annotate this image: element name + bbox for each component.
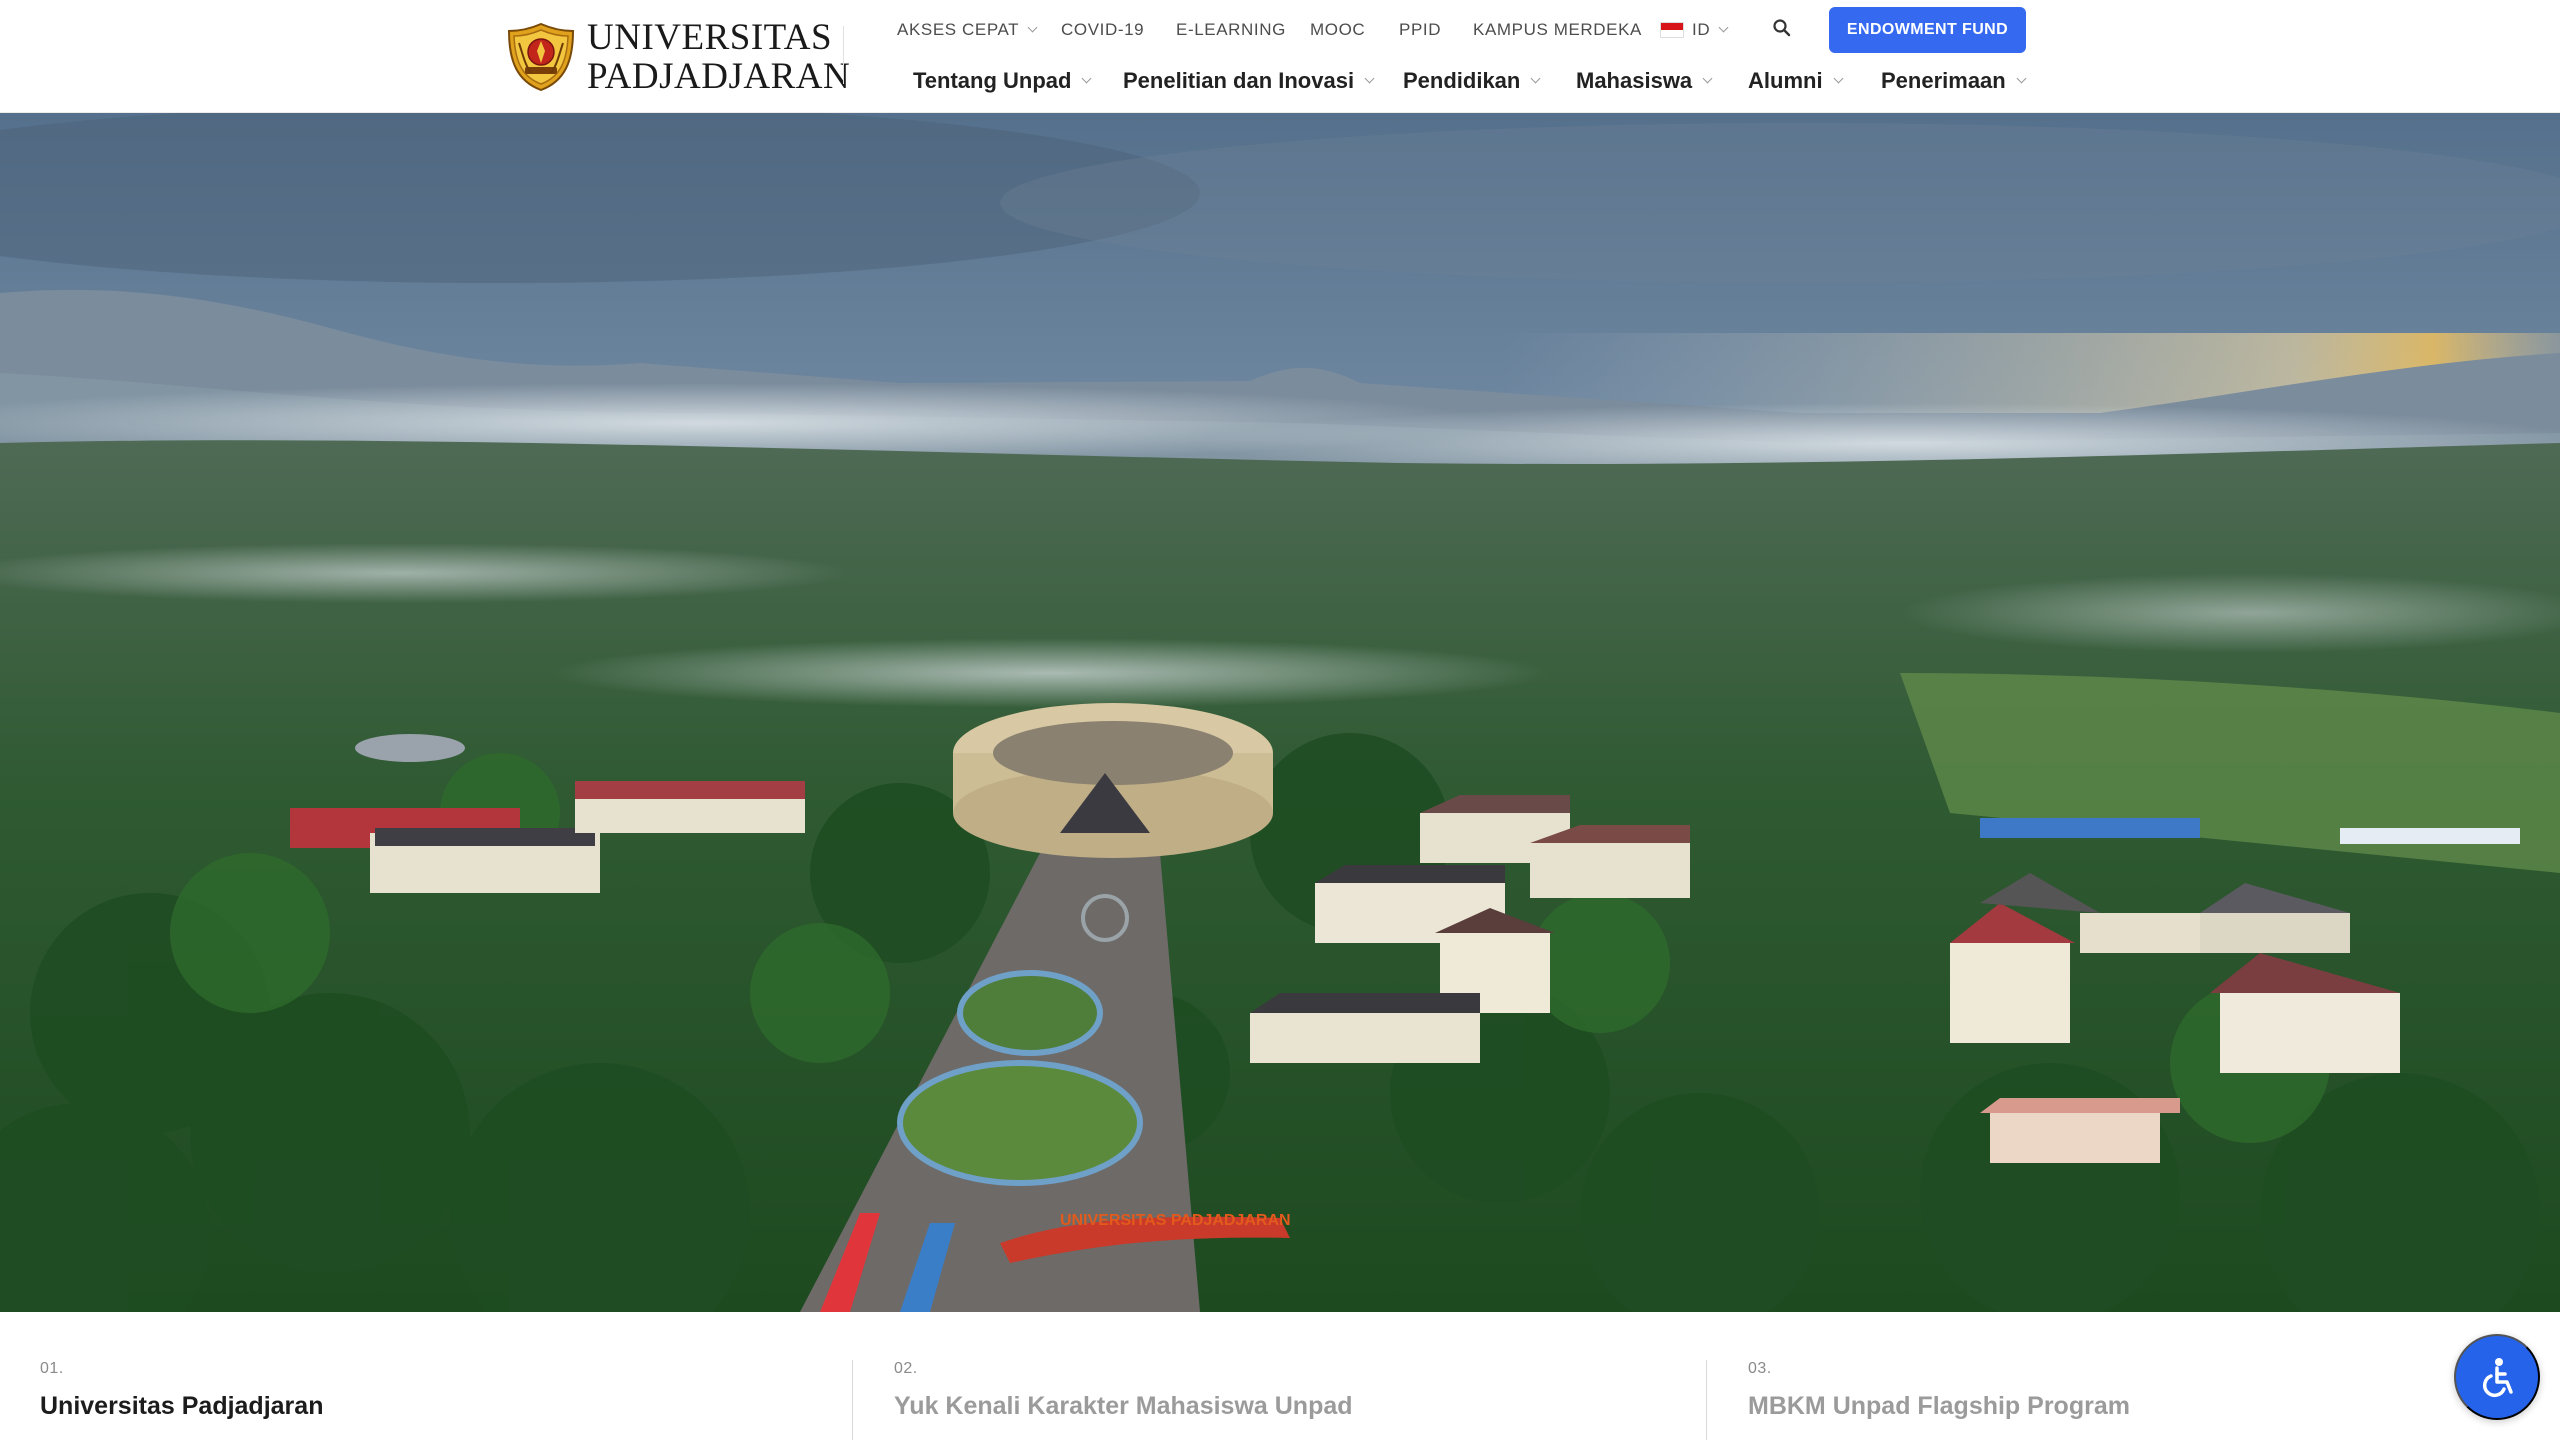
indonesia-flag-icon <box>1660 22 1684 38</box>
slide-tab-title: MBKM Unpad Flagship Program <box>1748 1392 2130 1420</box>
campus-sign-text: UNIVERSITAS PADJADJARAN <box>1060 1212 1291 1229</box>
tab-divider <box>852 1360 853 1440</box>
top-nav-label: COVID-19 <box>1061 20 1145 39</box>
top-nav-e-learning[interactable]: E-LEARNING <box>1176 18 1286 42</box>
accessibility-button[interactable] <box>2454 1334 2540 1420</box>
chevron-down-icon <box>1702 73 1713 84</box>
slide-tab-1[interactable]: 01. Universitas Padjadjaran <box>40 1360 840 1421</box>
top-nav-mooc[interactable]: MOOC <box>1310 18 1365 42</box>
main-nav-label: Pendidikan <box>1403 68 1521 93</box>
header-divider <box>843 26 844 84</box>
slide-tab-2[interactable]: 02. Yuk Kenali Karakter Mahasiswa Unpad <box>894 1360 1694 1421</box>
main-nav-alumni[interactable]: Alumni <box>1748 66 1844 96</box>
top-nav-label: MOOC <box>1310 20 1366 39</box>
unpad-logo-link[interactable]: UNIVERSITAS PADJADJARAN <box>505 19 850 95</box>
top-nav-akses-cepat[interactable]: AKSES CEPAT <box>897 18 1038 42</box>
endowment-fund-button[interactable]: ENDOWMENT FUND <box>1829 7 2026 53</box>
main-nav-label: Tentang Unpad <box>913 68 1072 93</box>
slide-tab-number: 02. <box>894 1360 918 1377</box>
chevron-down-icon <box>1082 73 1092 84</box>
chevron-down-icon <box>1530 73 1541 84</box>
top-nav-covid-19[interactable]: COVID-19 <box>1061 18 1144 42</box>
top-nav-kampus-merdeka[interactable]: KAMPUS MERDEKA <box>1473 18 1642 42</box>
hero-slider: UNIVERSITAS PADJADJARAN <box>0 113 2560 1312</box>
tab-divider <box>1706 1360 1707 1440</box>
slide-tab-title: Universitas Padjadjaran <box>40 1392 324 1420</box>
slide-tab-number: 03. <box>1748 1360 1772 1377</box>
top-nav-label: E-LEARNING <box>1176 20 1286 39</box>
chevron-down-icon <box>1833 73 1844 84</box>
search-icon[interactable] <box>1771 17 1793 39</box>
language-selector[interactable]: ID <box>1660 18 1729 42</box>
main-nav-label: Penelitian dan Inovasi <box>1123 68 1355 93</box>
brand-line-1: UNIVERSITAS <box>587 17 833 58</box>
slide-tabs: 01. Universitas Padjadjaran 02. Yuk Kena… <box>0 1312 2560 1440</box>
main-nav-mahasiswa[interactable]: Mahasiswa <box>1576 66 1713 96</box>
main-nav-label: Alumni <box>1748 68 1823 93</box>
chevron-down-icon <box>1718 22 1729 33</box>
top-nav-label: PPID <box>1399 20 1442 39</box>
top-nav-label: AKSES CEPAT <box>897 20 1020 39</box>
main-nav-label: Mahasiswa <box>1576 68 1693 93</box>
main-nav-penelitian-dan-inovasi[interactable]: Penelitian dan Inovasi <box>1123 66 1375 96</box>
main-nav-label: Penerimaan <box>1881 68 2006 93</box>
site-header: UNIVERSITAS PADJADJARAN AKSES CEPAT COVI… <box>0 0 2560 113</box>
unpad-seal-icon <box>507 22 575 92</box>
chevron-down-icon <box>1027 22 1038 33</box>
wheelchair-icon <box>2483 1358 2513 1397</box>
slide-tab-number: 01. <box>40 1360 64 1377</box>
top-nav-ppid[interactable]: PPID <box>1399 18 1441 42</box>
main-nav-pendidikan[interactable]: Pendidikan <box>1403 66 1541 96</box>
main-nav-penerimaan[interactable]: Penerimaan <box>1881 66 2027 96</box>
chevron-down-icon <box>2016 73 2027 84</box>
chevron-down-icon <box>1364 73 1375 84</box>
top-nav-label: KAMPUS MERDEKA <box>1473 20 1642 39</box>
language-label: ID <box>1692 20 1711 39</box>
aerial-campus-photo: UNIVERSITAS PADJADJARAN <box>0 113 2560 1312</box>
main-nav-tentang-unpad[interactable]: Tentang Unpad <box>913 66 1092 96</box>
brand-wordmark: UNIVERSITAS PADJADJARAN <box>587 19 850 95</box>
slide-tab-3[interactable]: 03. MBKM Unpad Flagship Program <box>1748 1360 2548 1421</box>
brand-line-2: PADJADJARAN <box>587 56 851 97</box>
slide-tab-title: Yuk Kenali Karakter Mahasiswa Unpad <box>894 1392 1353 1420</box>
